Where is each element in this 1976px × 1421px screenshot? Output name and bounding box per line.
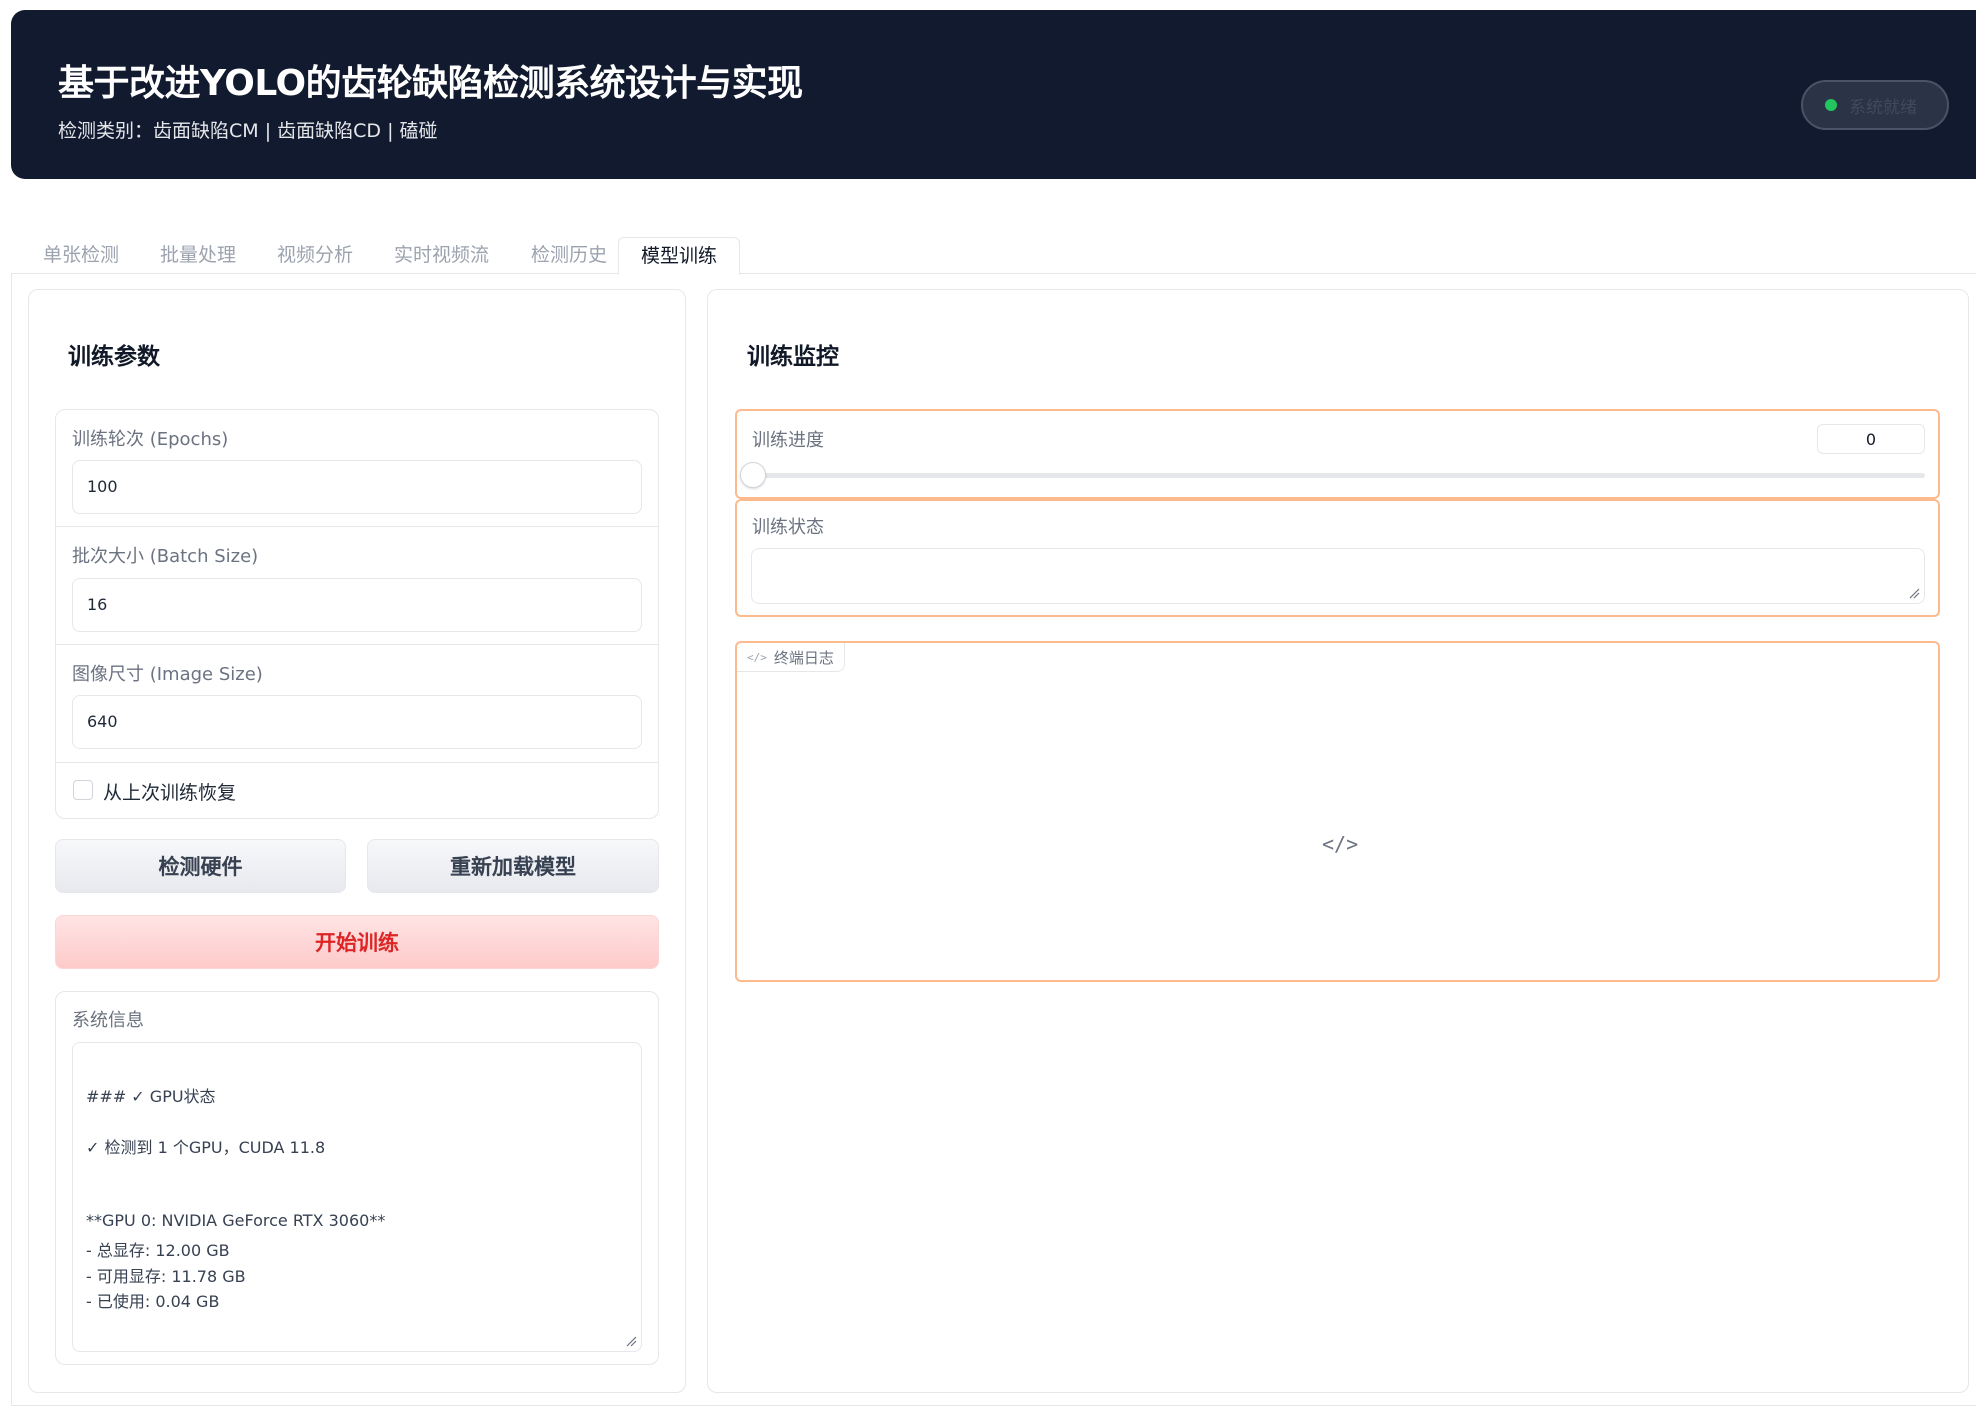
- detect-hardware-button[interactable]: 检测硬件: [55, 839, 346, 893]
- progress-label: 训练进度: [752, 430, 824, 451]
- resume-checkbox[interactable]: [73, 780, 93, 800]
- status-text: 系统就绪: [1849, 97, 1917, 118]
- tab-live-stream[interactable]: 实时视频流: [372, 237, 511, 274]
- epochs-label: 训练轮次 (Epochs): [72, 429, 229, 450]
- sysinfo-line: - 总显存: 12.00 GB: [86, 1241, 230, 1260]
- image-size-label: 图像尺寸 (Image Size): [72, 664, 263, 685]
- resize-handle-icon[interactable]: [625, 1335, 637, 1347]
- sysinfo-line: - 已使用: 0.04 GB: [86, 1292, 220, 1311]
- tab-history[interactable]: 检测历史: [509, 237, 629, 274]
- terminal-log-tab: </> 终端日志: [737, 643, 845, 672]
- tab-model-training[interactable]: 模型训练: [618, 237, 741, 275]
- divider: [56, 644, 658, 645]
- epochs-input[interactable]: 100: [72, 460, 642, 514]
- training-params-title: 训练参数: [68, 344, 160, 370]
- app-header: 基于改进YOLO的齿轮缺陷检测系统设计与实现 检测类别：齿面缺陷CM | 齿面缺…: [11, 10, 1976, 179]
- divider: [56, 526, 658, 527]
- sysinfo-line: **GPU 0: NVIDIA GeForce RTX 3060**: [86, 1211, 386, 1230]
- sysinfo-line: ✓ 检测到 1 个GPU，CUDA 11.8: [86, 1138, 326, 1157]
- system-status-badge: 系统就绪: [1801, 80, 1949, 130]
- system-info-label: 系统信息: [72, 1010, 144, 1031]
- tab-video[interactable]: 视频分析: [255, 237, 375, 274]
- code-icon: </>: [1322, 832, 1359, 856]
- status-label: 训练状态: [752, 517, 824, 538]
- tab-bar: 单张检测 批量处理 视频分析 实时视频流 检测历史 模型训练: [11, 237, 1976, 275]
- system-info-group: 系统信息 ### ✓ GPU状态 ✓ 检测到 1 个GPU，CUDA 11.8 …: [55, 991, 659, 1365]
- app-title: 基于改进YOLO的齿轮缺陷检测系统设计与实现: [58, 63, 803, 104]
- system-info-textarea[interactable]: ### ✓ GPU状态 ✓ 检测到 1 个GPU，CUDA 11.8 **GPU…: [72, 1042, 642, 1352]
- progress-slider-track[interactable]: [752, 473, 1925, 478]
- start-training-button[interactable]: 开始训练: [55, 915, 659, 969]
- status-textarea[interactable]: [751, 548, 1925, 604]
- progress-number-input[interactable]: 0: [1817, 424, 1925, 454]
- reload-model-button[interactable]: 重新加载模型: [367, 839, 659, 893]
- progress-block: 训练进度: [735, 409, 1940, 499]
- params-form: 训练轮次 (Epochs) 100 批次大小 (Batch Size) 16 图…: [55, 409, 659, 819]
- divider: [56, 762, 658, 763]
- terminal-log-label: 终端日志: [773, 648, 834, 667]
- sysinfo-line: - 可用显存: 11.78 GB: [86, 1267, 246, 1286]
- status-dot-icon: [1825, 99, 1837, 111]
- training-monitor-title: 训练监控: [747, 344, 839, 370]
- code-icon: </>: [747, 650, 767, 664]
- tab-batch[interactable]: 批量处理: [138, 237, 258, 274]
- resume-label[interactable]: 从上次训练恢复: [103, 778, 236, 805]
- batch-size-input[interactable]: 16: [72, 578, 642, 632]
- image-size-input[interactable]: 640: [72, 695, 642, 749]
- tab-single-detect[interactable]: 单张检测: [21, 237, 141, 274]
- sysinfo-line: ### ✓ GPU状态: [86, 1087, 216, 1106]
- progress-slider-thumb[interactable]: [740, 462, 766, 488]
- terminal-log-block: [735, 641, 1940, 982]
- app-subtitle: 检测类别：齿面缺陷CM | 齿面缺陷CD | 磕碰: [58, 120, 438, 142]
- resize-handle-icon[interactable]: [1908, 587, 1920, 599]
- batch-size-label: 批次大小 (Batch Size): [72, 546, 259, 567]
